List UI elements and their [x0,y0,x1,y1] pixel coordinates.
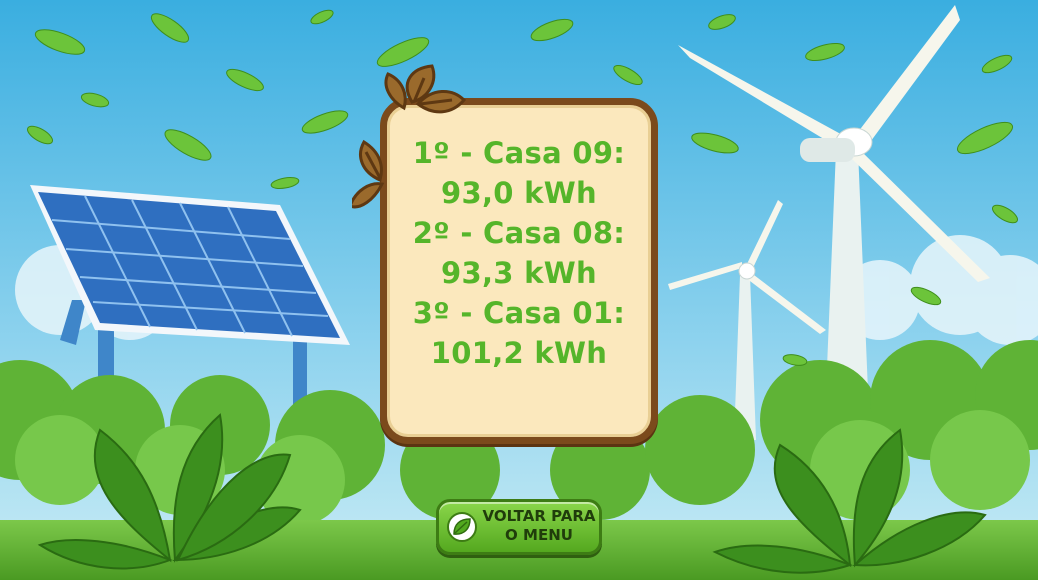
back-to-menu-label: VOLTAR PARA O MENU [477,507,601,545]
ranking-list: 1º - Casa 09: 93,0 kWh 2º - Casa 08: 93,… [387,133,651,373]
rank-1-value: 93,0 kWh [441,176,597,210]
back-to-menu-label-line1: VOLTAR PARA [482,507,596,525]
back-to-menu-button[interactable]: VOLTAR PARA O MENU [436,499,602,555]
rank-2-value: 93,3 kWh [441,256,597,290]
rank-3-house: 3º - Casa 01: [412,296,626,330]
ranking-board: 1º - Casa 09: 93,0 kWh 2º - Casa 08: 93,… [380,98,658,444]
rank-3-value: 101,2 kWh [430,336,608,370]
leaf-icon [447,512,477,542]
back-to-menu-label-line2: O MENU [505,526,573,544]
rank-2-house: 2º - Casa 08: [412,216,626,250]
rank-1-house: 1º - Casa 09: [412,136,626,170]
